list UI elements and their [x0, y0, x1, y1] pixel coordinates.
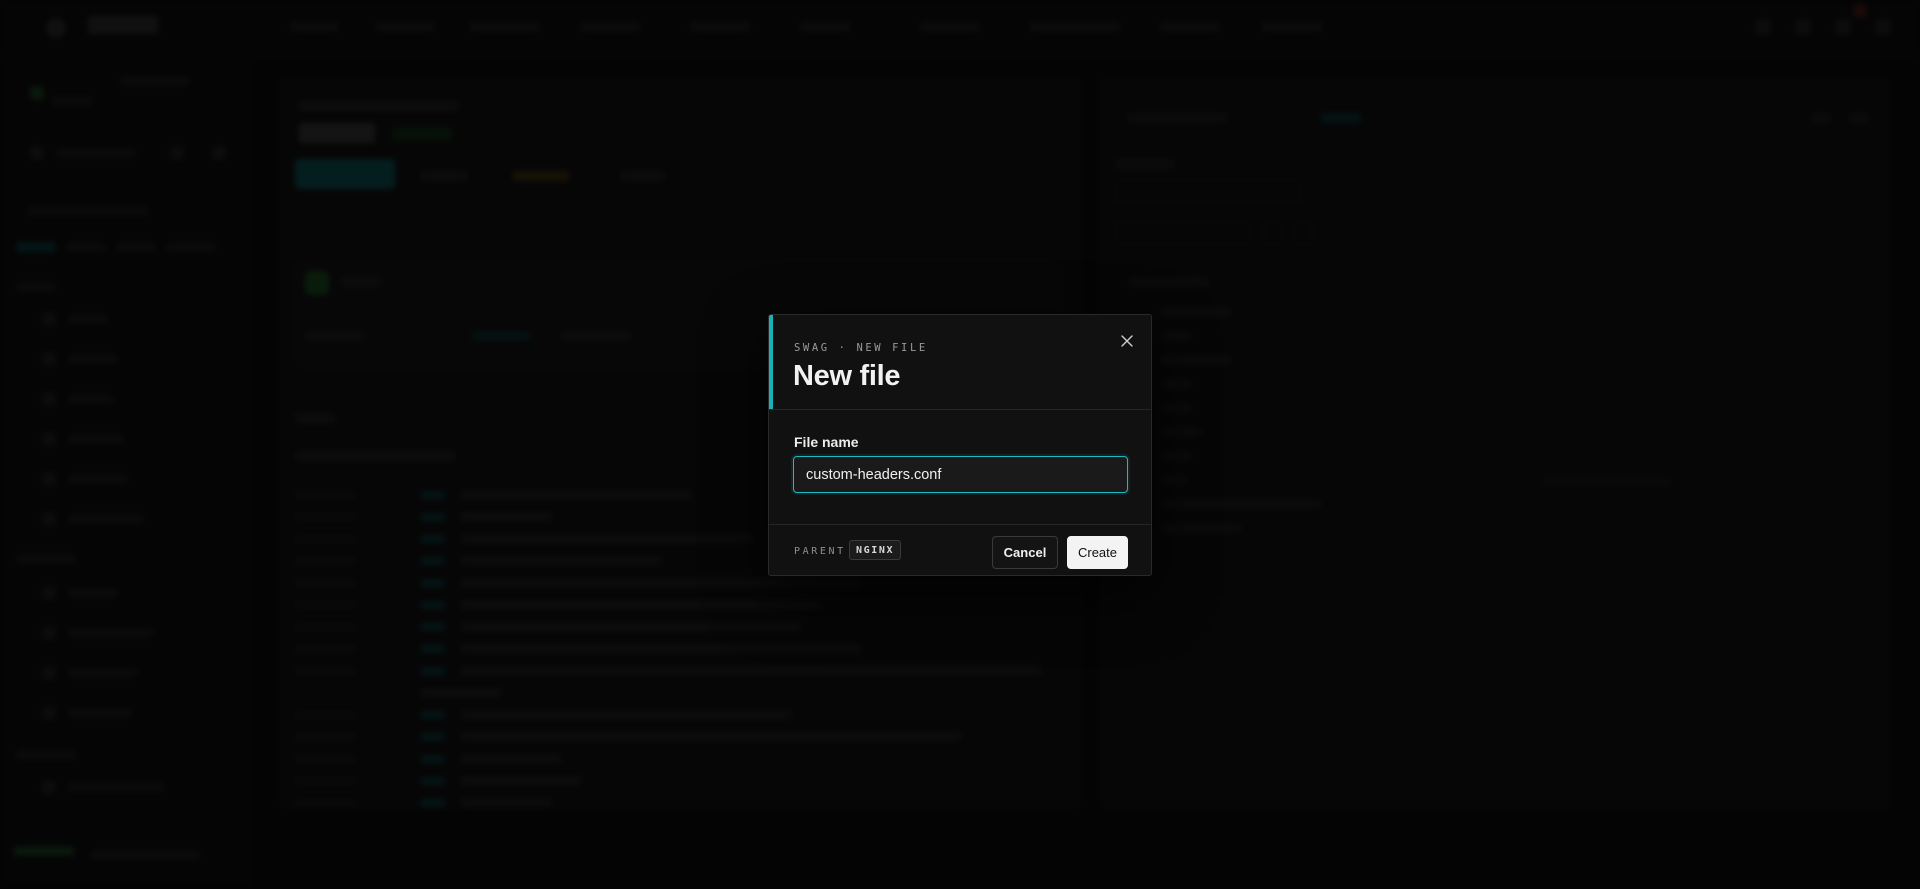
dialog-footer: PARENT NGINX Cancel Create — [769, 525, 1151, 575]
parent-folder-chip: NGINX — [849, 540, 902, 560]
parent-label: PARENT — [794, 546, 846, 557]
dialog-header: SWAG · NEW FILE New file — [769, 315, 1151, 410]
dialog-body: File name — [769, 410, 1151, 525]
close-icon — [1121, 335, 1133, 347]
accent-bar — [769, 315, 773, 409]
file-name-label: File name — [794, 434, 859, 450]
file-name-input[interactable] — [793, 456, 1128, 493]
dialog-eyebrow: SWAG · NEW FILE — [794, 342, 928, 354]
create-button[interactable]: Create — [1067, 536, 1128, 569]
new-file-dialog: SWAG · NEW FILE New file File name PAREN… — [768, 314, 1152, 576]
cancel-button[interactable]: Cancel — [992, 536, 1058, 569]
close-button[interactable] — [1116, 330, 1138, 352]
dialog-title: New file — [793, 360, 901, 392]
